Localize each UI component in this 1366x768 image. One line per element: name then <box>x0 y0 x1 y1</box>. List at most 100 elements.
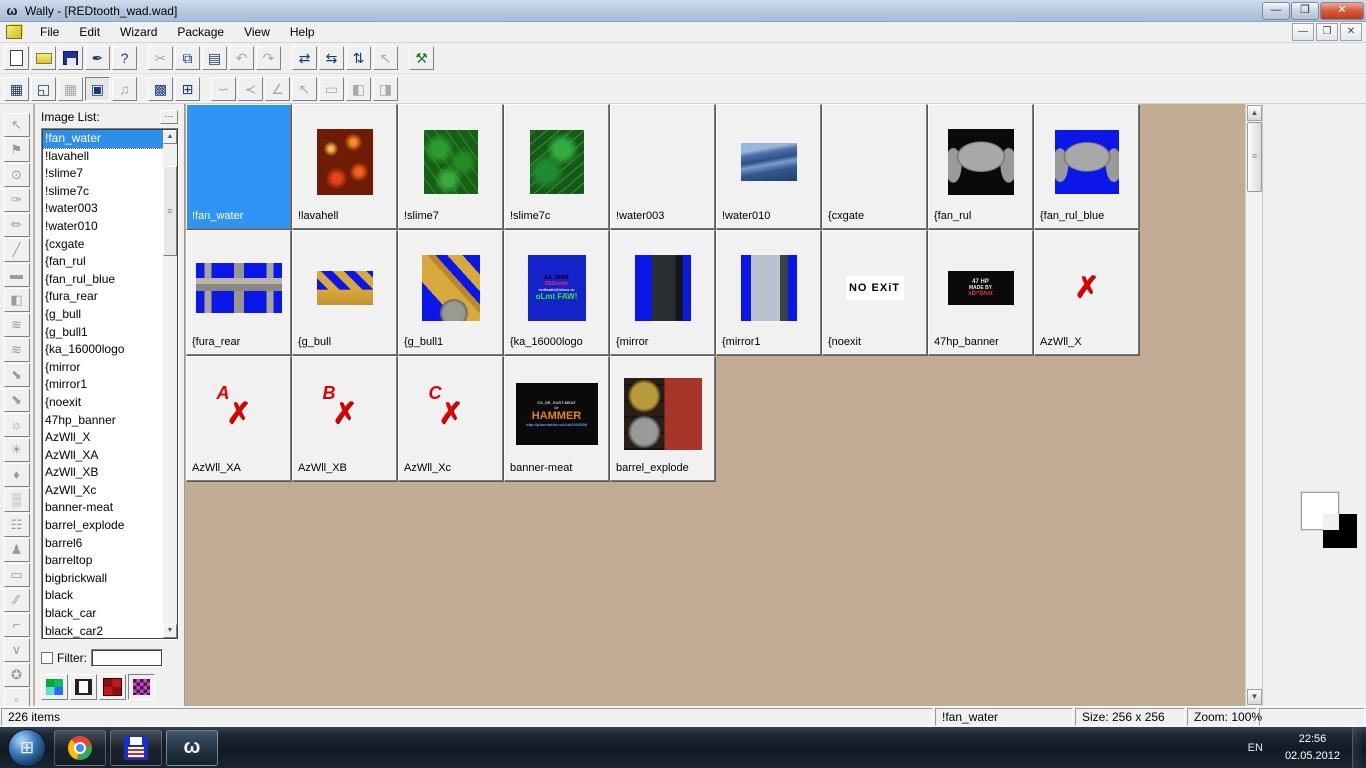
layout-icon[interactable]: ▭ <box>319 77 344 101</box>
pointer-nw-icon[interactable]: ↖ <box>292 77 317 101</box>
minimize-button[interactable]: — <box>1262 2 1290 20</box>
blur-icon[interactable]: ♦ <box>4 463 30 487</box>
list-item[interactable]: !water010 <box>43 218 163 236</box>
texture-cell-AzWll_XA[interactable]: A✗AzWll_XA <box>186 356 291 481</box>
list-scroll-down-icon[interactable]: ▼ <box>163 624 177 638</box>
texture-cell-!fan_water[interactable]: !fan_water <box>186 104 291 229</box>
language-indicator[interactable]: EN <box>1248 742 1263 754</box>
drag-copy-icon[interactable]: ⬊ <box>4 363 30 387</box>
list-item[interactable]: {fan_rul <box>43 253 163 271</box>
list-item[interactable]: AzWll_XB <box>43 464 163 482</box>
texture-cell-{g_bull[interactable]: {g_bull <box>292 230 397 355</box>
new-icon[interactable] <box>4 46 29 70</box>
thumb-grid-view-icon[interactable] <box>128 674 155 700</box>
texture-cell-AzWll_XB[interactable]: B✗AzWll_XB <box>292 356 397 481</box>
list-item[interactable]: !water003 <box>43 200 163 218</box>
list-item[interactable]: black <box>43 587 163 605</box>
save-icon[interactable] <box>58 46 83 70</box>
filmstrip-view-icon[interactable] <box>70 674 97 700</box>
zoom-window-icon[interactable]: ⚑ <box>4 138 30 162</box>
list-item[interactable]: {fan_rul_blue <box>43 271 163 289</box>
list-item[interactable]: black_car2 <box>43 623 163 638</box>
list-item[interactable]: !slime7c <box>43 183 163 201</box>
restore-button[interactable]: ❐ <box>1291 2 1319 20</box>
texture-cell-47hp_banner[interactable]: 47 HPMADE BYxD^Shot47hp_banner <box>928 230 1033 355</box>
menu-item-help[interactable]: Help <box>280 23 325 41</box>
list-item[interactable]: {noexit <box>43 394 163 412</box>
texture-cell-!slime7c[interactable]: !slime7c <box>504 104 609 229</box>
texture-cell-{ka_16000logo[interactable]: KA_16000REDtoothredtooth@inbox.ruoLmt FA… <box>504 230 609 355</box>
grid-view-icon[interactable]: ▦ <box>58 77 83 101</box>
list-item[interactable]: {ka_16000logo <box>43 341 163 359</box>
list-item[interactable]: {mirror1 <box>43 376 163 394</box>
noise-icon[interactable]: ▒ <box>4 488 30 512</box>
texture-cell-{mirror1[interactable]: {mirror1 <box>716 230 821 355</box>
image-list-box[interactable]: !fan_water!lavahell!slime7!slime7c!water… <box>41 128 179 640</box>
menu-item-package[interactable]: Package <box>167 23 234 41</box>
list-scroll-up-icon[interactable]: ▲ <box>163 130 177 144</box>
list-item[interactable]: black_car <box>43 605 163 623</box>
list-item[interactable]: barreltop <box>43 552 163 570</box>
list-item[interactable]: AzWll_XA <box>43 447 163 465</box>
texture-cell-barrel_explode[interactable]: barrel_explode <box>610 356 715 481</box>
mdi-restore-button[interactable]: ❐ <box>1316 23 1338 41</box>
list-scroll-thumb[interactable] <box>163 166 177 256</box>
drag-move-icon[interactable]: ⬊ <box>4 388 30 412</box>
list-item[interactable]: {g_bull1 <box>43 324 163 342</box>
skew-icon[interactable]: ∠ <box>265 77 290 101</box>
taskbar-floppy-button[interactable] <box>110 730 162 766</box>
contrast-icon[interactable]: ☀ <box>4 438 30 462</box>
palette-view-icon[interactable]: ▦ <box>4 77 29 101</box>
quad-view-icon[interactable] <box>99 674 126 700</box>
list-item[interactable]: {cxgate <box>43 236 163 254</box>
dither-icon[interactable]: ☷ <box>4 513 30 537</box>
list-item[interactable]: barrel_explode <box>43 517 163 535</box>
magnifier-icon[interactable]: ⊙ <box>4 163 30 187</box>
line-icon[interactable]: ▭ <box>4 563 30 587</box>
stamp-icon[interactable]: ♟ <box>4 538 30 562</box>
list-item[interactable]: barrel6 <box>43 535 163 553</box>
scroll-down-icon[interactable]: ∨ <box>4 638 30 662</box>
open-icon[interactable] <box>31 46 56 70</box>
block-left-icon[interactable]: ◧ <box>346 77 371 101</box>
copy-icon[interactable]: ⧉ <box>175 46 200 70</box>
wad-export-icon[interactable]: ⇆ <box>319 46 344 70</box>
filter-checkbox[interactable] <box>41 652 53 664</box>
hammer-icon[interactable]: ⚒ <box>409 46 434 70</box>
list-item[interactable]: AzWll_Xc <box>43 482 163 500</box>
list-item[interactable]: !lavahell <box>43 148 163 166</box>
taskbar-chrome-button[interactable] <box>54 730 106 766</box>
texture-cell-banner-meat[interactable]: CS_DE_DUST-MEATOrHAMMERhttp://planetaida… <box>504 356 609 481</box>
grid-scroll-up-icon[interactable]: ▲ <box>1247 105 1262 121</box>
menu-item-edit[interactable]: Edit <box>69 23 110 41</box>
list-item[interactable]: {g_bull <box>43 306 163 324</box>
help-icon[interactable]: ? <box>112 46 137 70</box>
color-picker-icon[interactable]: ✑ <box>4 188 30 212</box>
grid-scrollbar[interactable]: ▲ ▼ <box>1245 104 1262 706</box>
texture-cell-AzWll_Xc[interactable]: C✗AzWll_Xc <box>398 356 503 481</box>
wad-merge-icon[interactable]: ⇅ <box>346 46 371 70</box>
list-options-button[interactable]: ··· <box>160 110 178 124</box>
texture-cell-!lavahell[interactable]: !lavahell <box>292 104 397 229</box>
start-button[interactable] <box>8 729 46 767</box>
list-item[interactable]: !fan_water <box>43 130 163 148</box>
filter-input[interactable] <box>91 649 163 667</box>
badge-icon[interactable]: ✪ <box>4 663 30 687</box>
list-item[interactable]: {mirror <box>43 359 163 377</box>
texture-cell-{noexit[interactable]: NO EXiT{noexit <box>822 230 927 355</box>
hatch-icon[interactable]: ∕∕ <box>4 588 30 612</box>
texture-cell-{fan_rul[interactable]: {fan_rul <box>928 104 1033 229</box>
texture-cell-{fan_rul_blue[interactable]: {fan_rul_blue <box>1034 104 1139 229</box>
texture-cell-AzWll_X[interactable]: ✗AzWll_X <box>1034 230 1139 355</box>
spray-icon[interactable]: ≋ <box>4 313 30 337</box>
texture-cell-!water003[interactable]: !water003 <box>610 104 715 229</box>
menu-item-file[interactable]: File <box>30 23 69 41</box>
anim-view-icon[interactable]: ♫ <box>112 77 137 101</box>
list-item[interactable]: {fura_rear <box>43 288 163 306</box>
list-item[interactable]: bigbrickwall <box>43 570 163 588</box>
eraser-icon[interactable]: ▬ <box>4 263 30 287</box>
spiral-icon[interactable]: ∽ <box>211 77 236 101</box>
fill-icon[interactable]: ◧ <box>4 288 30 312</box>
list-scrollbar[interactable]: ▲ ▼ <box>163 130 177 638</box>
spray2-icon[interactable]: ≋ <box>4 338 30 362</box>
